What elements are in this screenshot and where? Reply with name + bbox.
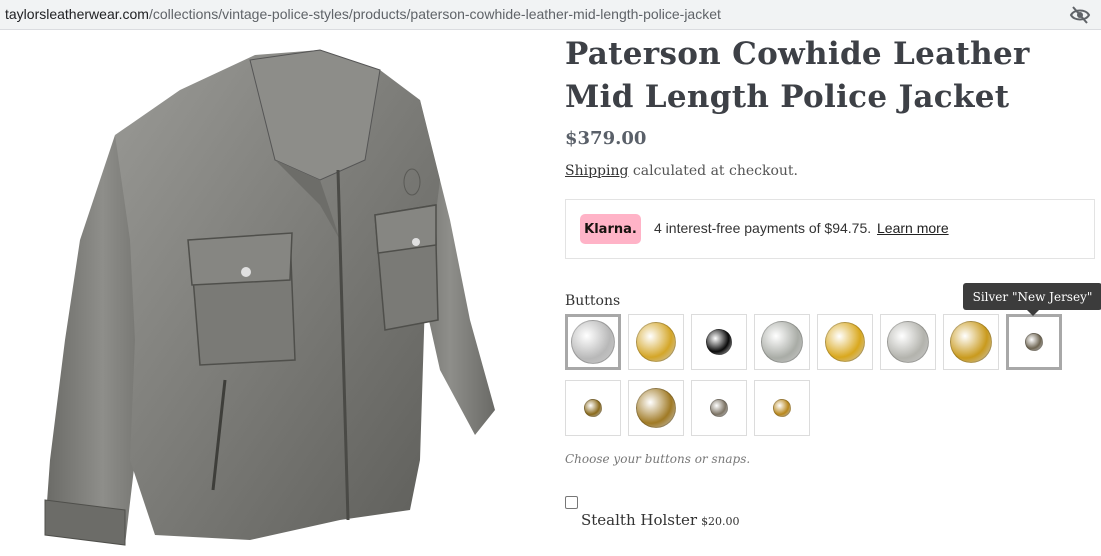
product-price: $379.00 (565, 128, 647, 149)
gold-eagle-button-icon (636, 388, 676, 428)
address-bar[interactable]: taylorsleatherwear.com/collections/vinta… (0, 0, 1101, 30)
buttons-hint: Choose your buttons or snaps. (565, 452, 751, 466)
product-title-line-1: Paterson Cowhide Leather (565, 36, 1030, 72)
holster-name: Stealth Holster (581, 511, 698, 529)
swatch-silver-new-jersey-button[interactable] (1006, 314, 1062, 370)
silver-s-button-icon (761, 321, 803, 363)
holster-price: $20.00 (701, 515, 740, 528)
shipping-link[interactable]: Shipping (565, 163, 628, 179)
klarna-learn-more-link[interactable]: Learn more (877, 220, 949, 236)
klarna-message: 4 interest-free payments of $94.75. Lear… (654, 220, 949, 236)
swatch-silver-pd-button[interactable] (880, 314, 936, 370)
stealth-holster-checkbox[interactable] (565, 496, 578, 509)
eye-off-icon[interactable] (1068, 5, 1092, 25)
swatch-gold-s-button[interactable] (817, 314, 873, 370)
klarna-banner: Klarna. 4 interest-free payments of $94.… (565, 199, 1095, 259)
buttons-option-label: Buttons (565, 293, 621, 309)
swatch-gold-pd-button[interactable] (943, 314, 999, 370)
product-title: Paterson Cowhide Leather Mid Length Poli… (565, 33, 1085, 119)
brass-small-button-icon (584, 399, 602, 417)
url-text[interactable]: taylorsleatherwear.com/collections/vinta… (5, 6, 721, 22)
silver-small-button-icon (710, 399, 728, 417)
black-button-icon (706, 329, 732, 355)
klarna-installments-text: 4 interest-free payments of $94.75. (654, 220, 872, 236)
shipping-note: Shipping calculated at checkout. (565, 163, 798, 179)
gold-pd-button-icon (950, 321, 992, 363)
silver-pd-button-icon (887, 321, 929, 363)
swatch-tooltip: Silver "New Jersey" (963, 283, 1101, 316)
swatch-gold-eagle-button[interactable] (628, 380, 684, 436)
gold-d-button-icon (636, 322, 676, 362)
stealth-holster-label[interactable]: Stealth Holster $20.00 (581, 511, 740, 529)
url-domain: taylorsleatherwear.com (5, 6, 149, 22)
gold-small-button-icon (773, 399, 791, 417)
swatch-gold-small-button[interactable] (754, 380, 810, 436)
url-path: /collections/vintage-police-styles/produ… (148, 6, 721, 22)
product-image[interactable] (20, 40, 520, 556)
silver-new-jersey-button-icon (1025, 333, 1043, 351)
swatch-black-button[interactable] (691, 314, 747, 370)
swatch-gold-d-button[interactable] (628, 314, 684, 370)
klarna-logo: Klarna. (580, 214, 641, 244)
gold-s-button-icon (825, 322, 865, 362)
leather-jacket-image (44, 49, 495, 546)
product-title-line-2: Mid Length Police Jacket (565, 79, 1010, 115)
swatch-silver-small-button[interactable] (691, 380, 747, 436)
swatch-brass-small-button[interactable] (565, 380, 621, 436)
shipping-text: calculated at checkout. (628, 163, 798, 179)
swatch-silver-d-button[interactable] (565, 314, 621, 370)
silver-d-button-icon (571, 320, 615, 364)
swatch-silver-s-button[interactable] (754, 314, 810, 370)
